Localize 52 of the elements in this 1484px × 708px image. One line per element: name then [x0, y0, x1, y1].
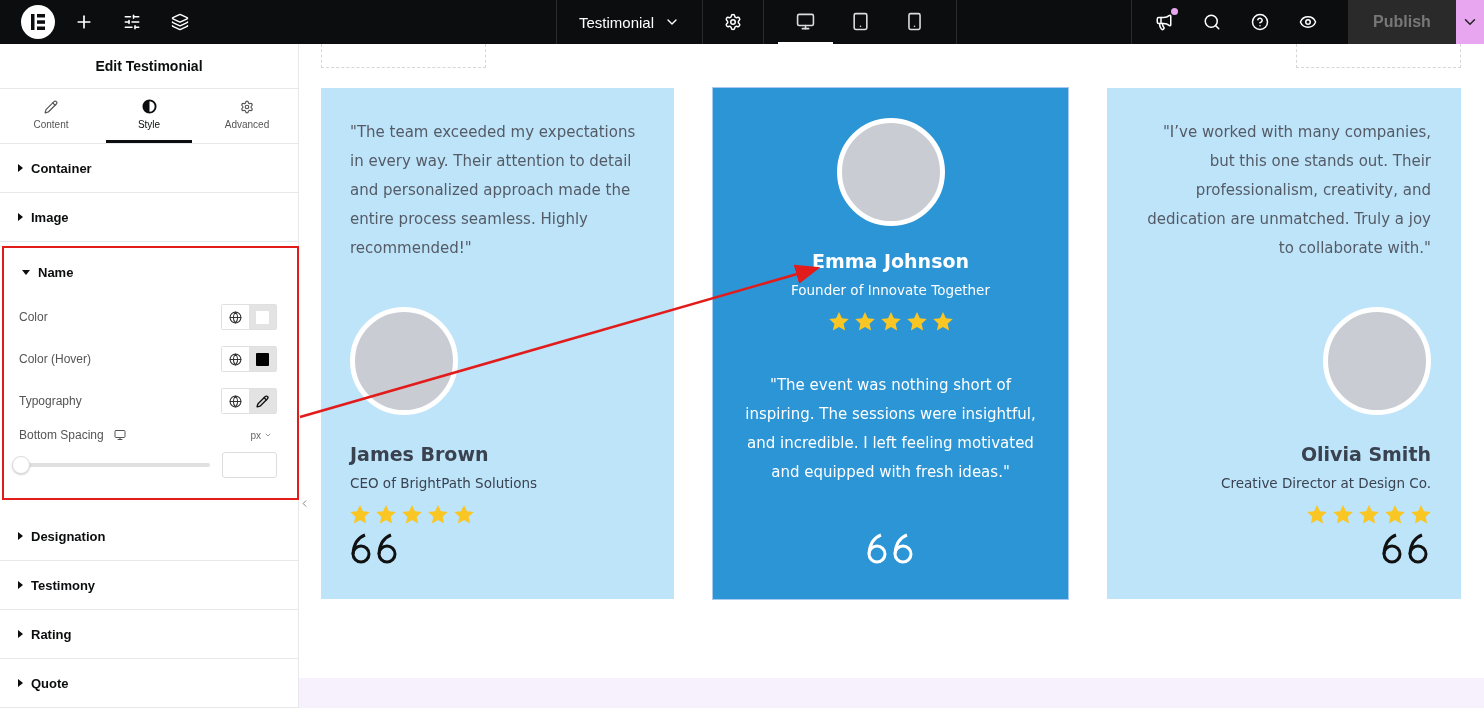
star-icon: [1385, 505, 1405, 524]
desktop-icon[interactable]: [113, 429, 126, 441]
person-name: Emma Johnson: [811, 250, 970, 272]
star-icon: [932, 312, 953, 331]
section-header[interactable]: Testimony: [0, 561, 298, 609]
slider[interactable]: [12, 455, 210, 475]
panel-tab[interactable]: Content: [8, 89, 94, 143]
control-label: Color (Hover): [19, 352, 91, 366]
star-icon: [402, 505, 422, 524]
star-icon: [828, 312, 849, 331]
unit-dropdown[interactable]: px: [250, 429, 272, 441]
contrast-icon: [141, 99, 157, 115]
gear-icon: [240, 99, 254, 114]
star-icon: [1333, 505, 1353, 524]
number-input[interactable]: [222, 452, 277, 478]
star-icon: [1307, 505, 1327, 524]
star-icon: [1411, 505, 1431, 524]
person-role: Founder of Innovate Together: [791, 282, 990, 298]
star-icon: [880, 312, 901, 331]
logo-icon[interactable]: [20, 4, 56, 40]
person-role: Creative Director at Design Co.: [1221, 475, 1431, 491]
star-icon: [428, 505, 448, 524]
section-header[interactable]: Rating: [0, 610, 298, 658]
panel-tab[interactable]: Advanced: [204, 89, 290, 143]
star-icon: [1359, 505, 1379, 524]
edit-icon[interactable]: [249, 389, 276, 413]
control-label: Typography: [19, 394, 82, 408]
section-header[interactable]: Container: [0, 144, 298, 192]
control-label: Color: [19, 310, 48, 324]
star-icon: [906, 312, 927, 331]
color-picker[interactable]: [249, 347, 276, 371]
control-label: Bottom Spacing: [19, 428, 104, 442]
color-picker[interactable]: [249, 305, 276, 329]
person-role: CEO of BrightPath Solutions: [350, 475, 538, 491]
caret-icon: [264, 431, 272, 439]
panel-title: Edit Testimonial: [0, 44, 298, 90]
testimonial-quote: "The event was nothing short of inspiring. The sessions were insightful, and incredible. I left feeling motivated and equipped with fresh ideas.": [744, 375, 1037, 483]
section-header[interactable]: Name: [4, 248, 297, 296]
slider-thumb[interactable]: [12, 456, 30, 474]
section-header[interactable]: Image: [0, 193, 298, 241]
person-name: James Brown: [350, 443, 489, 465]
star-icon: [454, 505, 474, 524]
star-icon: [376, 505, 396, 524]
panel-tab[interactable]: Style: [106, 89, 192, 143]
star-icon: [350, 505, 370, 524]
pencil-icon: [44, 99, 58, 114]
section-header[interactable]: Designation: [0, 512, 298, 560]
person-name: Olivia Smith: [1300, 443, 1431, 465]
testimonial-quote: "I’ve worked with many companies, but this one stands out. Their professionalism, creativity, and dedication are unmatched. Truly a joy to collaborate with.": [1146, 122, 1431, 259]
star-icon: [854, 312, 875, 331]
testimonial-quote: "The team exceeded my expectations in every way. Their attention to detail and personalized approach made the entire process seamless. Highly recommended!": [350, 122, 637, 259]
section-header[interactable]: Quote: [0, 659, 298, 707]
